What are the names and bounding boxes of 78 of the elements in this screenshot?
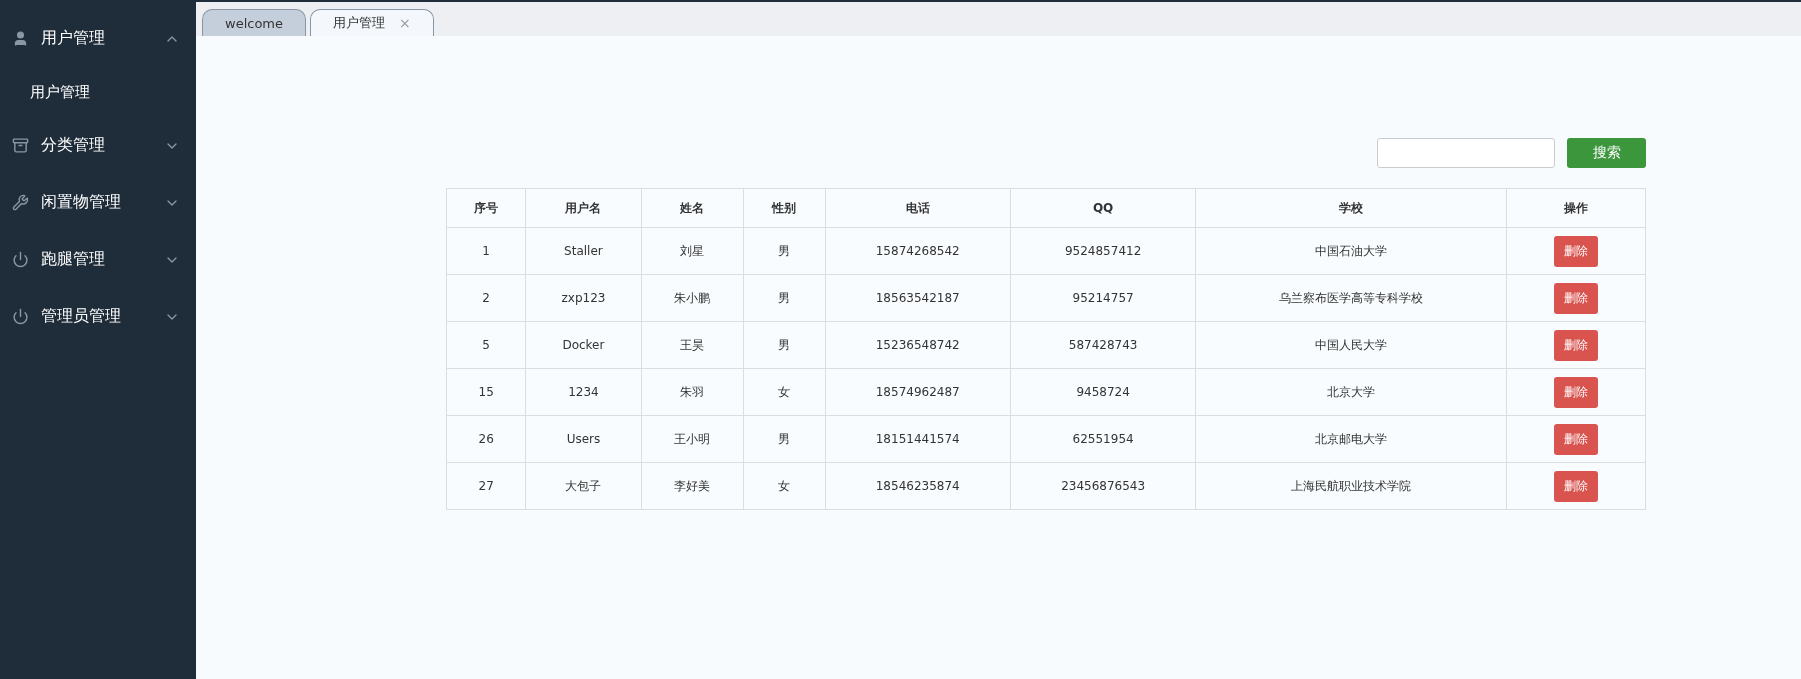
table-cell: 朱小鹏 — [641, 274, 744, 322]
menu-item[interactable]: 闲置物管理 — [0, 174, 196, 231]
table-cell: zxp123 — [525, 274, 642, 322]
table-cell: 女 — [743, 368, 826, 416]
submenu-item[interactable]: 用户管理 — [0, 67, 196, 117]
power-icon — [12, 251, 29, 268]
table-cell: 26 — [446, 415, 526, 463]
power-icon — [12, 308, 29, 325]
menu-item[interactable]: 管理员管理 — [0, 288, 196, 345]
search-field[interactable] — [1377, 138, 1555, 168]
search-button[interactable]: 搜索 — [1567, 138, 1646, 168]
wrench-icon — [12, 194, 29, 211]
table-cell: 9458724 — [1010, 368, 1196, 416]
table-cell: 18151441574 — [825, 415, 1011, 463]
menu-label: 分类管理 — [41, 135, 106, 156]
delete-button[interactable]: 删除 — [1553, 235, 1598, 267]
table-cell: 女 — [743, 462, 826, 510]
table-cell: 18563542187 — [825, 274, 1011, 322]
menu-label: 跑腿管理 — [41, 249, 106, 270]
table-cell: 男 — [743, 415, 826, 463]
tab-label: 用户管理 — [333, 14, 385, 32]
menu-item[interactable]: 跑腿管理 — [0, 231, 196, 288]
table-cell: 刘星 — [641, 227, 744, 275]
tab-label: welcome — [225, 15, 283, 31]
menu-label: 闲置物管理 — [41, 192, 122, 213]
table-cell: 95214757 — [1010, 274, 1196, 322]
column-header: 用户名 — [525, 188, 642, 228]
tab[interactable]: welcome — [202, 9, 306, 36]
table-cell: 2 — [446, 274, 526, 322]
table-cell: Users — [525, 415, 642, 463]
table-cell: 1 — [446, 227, 526, 275]
table-cell: 男 — [743, 321, 826, 369]
table-cell: 王小明 — [641, 415, 744, 463]
table-cell: 王昊 — [641, 321, 744, 369]
table-cell: 5 — [446, 321, 526, 369]
column-header: 姓名 — [641, 188, 744, 228]
table-cell: 上海民航职业技术学院 — [1195, 462, 1507, 510]
delete-button[interactable]: 删除 — [1553, 329, 1598, 361]
table-cell: 27 — [446, 462, 526, 510]
table-cell: 男 — [743, 227, 826, 275]
delete-button[interactable]: 删除 — [1553, 282, 1598, 314]
menu-item[interactable]: 分类管理 — [0, 117, 196, 174]
column-header: 序号 — [446, 188, 526, 228]
delete-button[interactable]: 删除 — [1553, 470, 1598, 502]
column-header: 电话 — [825, 188, 1011, 228]
column-header: 操作 — [1506, 188, 1646, 228]
table-cell: 大包子 — [525, 462, 642, 510]
menu-item[interactable]: 用户管理 — [0, 10, 196, 67]
table-cell: 62551954 — [1010, 415, 1196, 463]
table-cell: 18546235874 — [825, 462, 1011, 510]
table-cell: Docker — [525, 321, 642, 369]
archive-icon — [12, 137, 29, 154]
table-cell: 乌兰察布医学高等专科学校 — [1195, 274, 1507, 322]
table-cell: 朱羽 — [641, 368, 744, 416]
table-cell: 23456876543 — [1010, 462, 1196, 510]
user-icon — [12, 30, 29, 47]
table-cell: 北京大学 — [1195, 368, 1507, 416]
column-header: 学校 — [1195, 188, 1507, 228]
delete-button[interactable]: 删除 — [1553, 423, 1598, 455]
table-cell: 9524857412 — [1010, 227, 1196, 275]
table-cell: Staller — [525, 227, 642, 275]
table-cell: 18574962487 — [825, 368, 1011, 416]
table-cell: 15236548742 — [825, 321, 1011, 369]
tab[interactable]: 用户管理 × — [310, 9, 434, 36]
menu-label: 用户管理 — [41, 28, 106, 49]
delete-button[interactable]: 删除 — [1553, 376, 1598, 408]
table-cell: 中国人民大学 — [1195, 321, 1507, 369]
table-cell: 15 — [446, 368, 526, 416]
table-cell: 587428743 — [1010, 321, 1196, 369]
table-cell: 中国石油大学 — [1195, 227, 1507, 275]
table-cell: 北京邮电大学 — [1195, 415, 1507, 463]
column-header: 性别 — [743, 188, 826, 228]
column-header: QQ — [1010, 188, 1196, 228]
table-cell: 1234 — [525, 368, 642, 416]
table-cell: 15874268542 — [825, 227, 1011, 275]
menu-label: 管理员管理 — [41, 306, 122, 327]
table-cell: 李好美 — [641, 462, 744, 510]
table-cell: 男 — [743, 274, 826, 322]
